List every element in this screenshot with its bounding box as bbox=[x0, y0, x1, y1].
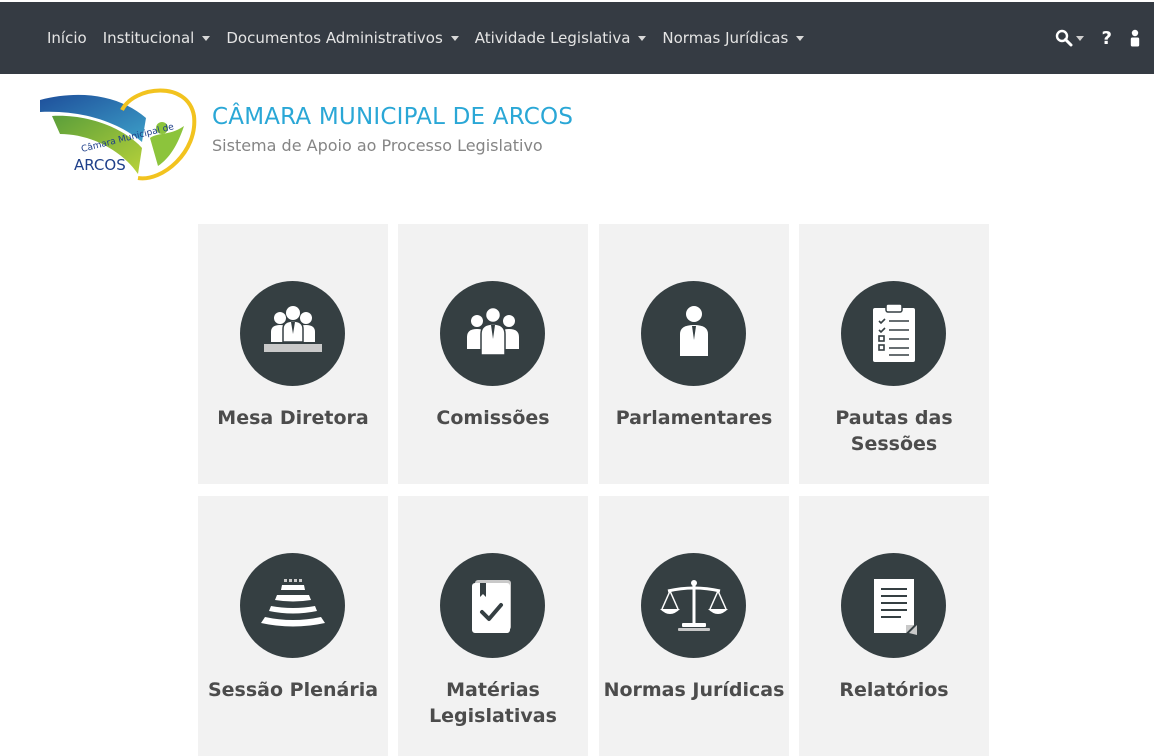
search-icon bbox=[1055, 29, 1073, 47]
page-title: CÂMARA MUNICIPAL DE ARCOS bbox=[212, 104, 574, 130]
card-label: Normas Jurídicas bbox=[603, 679, 785, 701]
card-sessao-plenaria[interactable]: Sessão Plenária bbox=[198, 496, 388, 756]
page-header: Câmara Municipal de ARCOS CÂMARA MUNICIP… bbox=[38, 82, 638, 182]
icon-circle bbox=[841, 281, 946, 386]
card-normas-juridicas[interactable]: Normas Jurídicas bbox=[599, 496, 789, 756]
help-icon: ? bbox=[1101, 27, 1112, 49]
search-dropdown-button[interactable] bbox=[1055, 29, 1084, 47]
card-pautas-das-sessoes[interactable]: Pautas das Sessões bbox=[799, 224, 989, 484]
book-check-icon bbox=[471, 579, 511, 633]
logo-town-name: ARCOS bbox=[74, 156, 126, 174]
board-table-icon bbox=[263, 305, 322, 352]
card-mesa-diretora[interactable]: Mesa Diretora bbox=[198, 224, 388, 484]
card-materias-legislativas[interactable]: Matérias Legislativas bbox=[398, 496, 588, 756]
nav-item-label: Atividade Legislativa bbox=[474, 29, 631, 47]
icon-circle bbox=[841, 553, 946, 658]
caret-down-icon bbox=[796, 36, 805, 41]
scales-icon bbox=[659, 579, 728, 631]
nav-item-atividade-legislativa[interactable]: Atividade Legislativa bbox=[475, 29, 647, 47]
top-navbar: Início Institucional Documentos Administ… bbox=[0, 2, 1154, 74]
nav-item-label: Institucional bbox=[102, 29, 195, 47]
camara-logo[interactable]: Câmara Municipal de ARCOS bbox=[38, 82, 198, 182]
help-button[interactable]: ? bbox=[1102, 28, 1112, 49]
nav-item-documentos-administrativos[interactable]: Documentos Administrativos bbox=[226, 29, 459, 47]
card-label: Parlamentares bbox=[615, 407, 773, 429]
icon-circle bbox=[240, 553, 345, 658]
icon-circle bbox=[240, 281, 345, 386]
user-icon bbox=[1130, 29, 1140, 47]
icon-circle bbox=[641, 553, 746, 658]
caret-down-icon bbox=[450, 36, 459, 41]
plenary-icon bbox=[260, 578, 325, 626]
card-label: Sessão Plenária bbox=[207, 679, 379, 701]
card-comissoes[interactable]: Comissões bbox=[398, 224, 588, 484]
caret-down-icon bbox=[202, 36, 211, 41]
caret-down-icon bbox=[1075, 36, 1084, 41]
card-label: Matérias Legislativas bbox=[429, 679, 557, 727]
card-relatorios[interactable]: Relatórios bbox=[799, 496, 989, 756]
card-label: Mesa Diretora bbox=[217, 407, 369, 429]
card-label: Comissões bbox=[436, 407, 550, 429]
nav-item-institucional[interactable]: Institucional bbox=[103, 29, 211, 47]
nav-item-normas-juridicas[interactable]: Normas Jurídicas bbox=[662, 29, 805, 47]
nav-menu: Início Institucional Documentos Administ… bbox=[47, 2, 820, 74]
nav-item-inicio[interactable]: Início bbox=[47, 29, 87, 47]
report-document-icon bbox=[873, 578, 917, 635]
user-button[interactable] bbox=[1130, 29, 1140, 47]
nav-tools: ? bbox=[1037, 2, 1140, 74]
clipboard-checklist-icon bbox=[872, 302, 915, 362]
icon-circle bbox=[440, 281, 545, 386]
nav-item-label: Normas Jurídicas bbox=[662, 29, 789, 47]
nav-item-label: Início bbox=[47, 29, 87, 47]
card-label: Pautas das Sessões bbox=[835, 407, 953, 455]
card-label: Relatórios bbox=[839, 679, 949, 701]
group-icon bbox=[466, 306, 519, 356]
person-icon bbox=[679, 305, 708, 356]
icon-circle bbox=[641, 281, 746, 386]
icon-circle bbox=[440, 553, 545, 658]
caret-down-icon bbox=[638, 36, 647, 41]
card-parlamentares[interactable]: Parlamentares bbox=[599, 224, 789, 484]
nav-item-label: Documentos Administrativos bbox=[226, 29, 443, 47]
page-subtitle: Sistema de Apoio ao Processo Legislativo bbox=[212, 136, 543, 155]
